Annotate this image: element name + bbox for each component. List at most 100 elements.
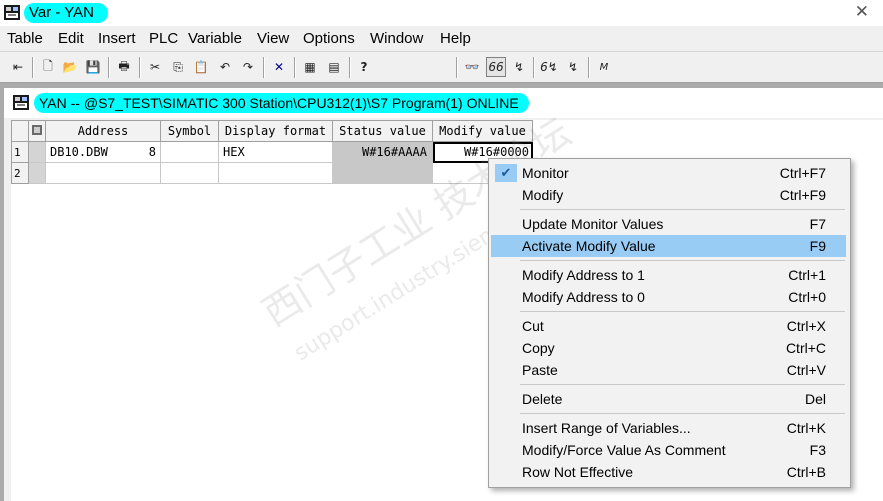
cut-icon[interactable]: ✂ [145, 57, 165, 77]
toolbar-separator [263, 57, 265, 78]
window-title: Var - YAN [24, 3, 109, 23]
monitor-trigger-icon[interactable]: 6↯ [539, 57, 559, 77]
modify-trigger-icon[interactable]: ↯ [563, 57, 583, 77]
menu-item-label: Paste [522, 362, 558, 378]
header-display-format[interactable]: Display format [218, 120, 333, 142]
menu-item-copy[interactable]: Copy Ctrl+C [491, 337, 846, 359]
symbol-cell[interactable] [160, 141, 219, 163]
row-number[interactable]: 2 [11, 162, 29, 184]
menu-separator [520, 384, 845, 385]
row-marker [28, 162, 46, 184]
menu-separator [520, 413, 845, 414]
menu-item-monitor[interactable]: ✔ Monitor Ctrl+F7 [491, 162, 846, 184]
status-value-cell: W#16#AAAA [332, 141, 433, 163]
menu-separator [520, 260, 845, 261]
menu-item-row-not-effective[interactable]: Row Not Effective Ctrl+B [491, 461, 846, 483]
display-format-cell[interactable] [218, 162, 333, 184]
menu-help[interactable]: Help [440, 30, 471, 47]
menu-item-label: Monitor [522, 165, 569, 181]
table-row[interactable]: 2 [11, 162, 533, 184]
toolbar-separator [349, 57, 351, 78]
toolbar: ⇤ 🗋 📂 💾 🖶 ✂ ⎘ 📋 ↶ ↷ ✕ ▦ ▤ ? 👓 66 ↯ 6↯ ↯ … [0, 52, 883, 83]
menu-item-shortcut: Ctrl+X [786, 318, 826, 334]
menu-item-label: Delete [522, 391, 563, 407]
menu-item-label: Modify Address to 1 [522, 267, 645, 283]
menu-window[interactable]: Window [370, 30, 423, 47]
redo-icon[interactable]: ↷ [238, 57, 258, 77]
toolbar-separator [588, 57, 590, 78]
copy-icon[interactable]: ⎘ [168, 57, 188, 77]
menu-options[interactable]: Options [303, 30, 355, 47]
menu-item-paste[interactable]: Paste Ctrl+V [491, 359, 846, 381]
menu-item-shortcut: F9 [809, 238, 826, 254]
modify-icon[interactable]: ↯ [509, 57, 529, 77]
paste-icon[interactable]: 📋 [191, 57, 211, 77]
menu-item-update-monitor-values[interactable]: Update Monitor Values F7 [491, 213, 846, 235]
header-modify-value[interactable]: Modify value [432, 120, 533, 142]
menu-edit[interactable]: Edit [58, 30, 84, 47]
monitor-icon[interactable]: 66 [486, 57, 506, 77]
help-pointer-icon[interactable]: ? [354, 57, 374, 77]
menu-item-label: Modify/Force Value As Comment [522, 442, 726, 458]
delete-icon[interactable]: ✕ [269, 57, 289, 77]
open-icon[interactable]: 📂 [60, 57, 80, 77]
status-value-cell [332, 162, 433, 184]
address-cell[interactable]: DB10.DBW 8 [45, 141, 161, 163]
app-icon [4, 5, 20, 20]
menu-insert[interactable]: Insert [98, 30, 136, 47]
toolbar-separator [294, 57, 296, 78]
address-cell[interactable] [45, 162, 161, 184]
new-icon[interactable]: 🗋 [38, 57, 58, 77]
checkmark-icon: ✔ [495, 164, 517, 182]
menu-item-shortcut: F7 [809, 216, 826, 232]
menu-item-delete[interactable]: Delete Del [491, 388, 846, 410]
accessible-nodes-icon[interactable]: ▦ [300, 57, 320, 77]
table-row[interactable]: 1 DB10.DBW 8 HEX W#16#AAAA W#16#0000 [11, 141, 533, 163]
menu-view[interactable]: View [257, 30, 289, 47]
menu-item-shortcut: Ctrl+K [786, 420, 826, 436]
menu-item-shortcut: Ctrl+F7 [779, 165, 826, 181]
header-address[interactable]: Address [45, 120, 161, 142]
glasses-icon[interactable]: 👓 [462, 57, 482, 77]
menu-item-modify-force-comment[interactable]: Modify/Force Value As Comment F3 [491, 439, 846, 461]
row-number[interactable]: 1 [11, 141, 29, 163]
menu-item-label: Copy [522, 340, 555, 356]
menu-item-shortcut: Ctrl+B [786, 464, 826, 480]
save-icon[interactable]: 💾 [83, 57, 103, 77]
menu-plc[interactable]: PLC [149, 30, 178, 47]
toolbar-separator [533, 57, 535, 78]
column-select-icon[interactable] [28, 120, 46, 142]
menu-separator [520, 209, 845, 210]
plc-icon[interactable]: ▤ [324, 57, 344, 77]
menu-item-modify[interactable]: Modify Ctrl+F9 [491, 184, 846, 206]
toolbar-separator [139, 57, 141, 78]
menu-item-activate-modify-value[interactable]: Activate Modify Value F9 [491, 235, 846, 257]
menu-item-label: Row Not Effective [522, 464, 634, 480]
display-format-cell[interactable]: HEX [218, 141, 333, 163]
menu-table[interactable]: Table [7, 30, 43, 47]
menu-variable[interactable]: Variable [188, 30, 242, 47]
address-number: 8 [148, 145, 156, 159]
menu-item-insert-range[interactable]: Insert Range of Variables... Ctrl+K [491, 417, 846, 439]
force-icon[interactable]: M [594, 57, 614, 77]
symbol-cell[interactable] [160, 162, 219, 184]
menu-item-modify-address-to-1[interactable]: Modify Address to 1 Ctrl+1 [491, 264, 846, 286]
menu-separator [520, 311, 845, 312]
pin-icon[interactable]: ⇤ [8, 57, 28, 77]
header-symbol[interactable]: Symbol [160, 120, 219, 142]
menu-bar: Table Edit Insert PLC Variable View Opti… [0, 27, 883, 52]
child-titlebar[interactable]: YAN -- @S7_TEST\SIMATIC 300 Station\CPU3… [4, 88, 883, 118]
header-status-value[interactable]: Status value [332, 120, 433, 142]
undo-icon[interactable]: ↶ [215, 57, 235, 77]
display-format-value: HEX [223, 145, 245, 159]
table-header-row: Address Symbol Display format Status val… [11, 120, 533, 142]
close-icon[interactable]: ✕ [855, 2, 869, 22]
child-window-title: YAN -- @S7_TEST\SIMATIC 300 Station\CPU3… [34, 93, 529, 113]
row-header-corner [11, 120, 29, 142]
menu-item-cut[interactable]: Cut Ctrl+X [491, 315, 846, 337]
print-icon[interactable]: 🖶 [114, 57, 134, 77]
menu-item-shortcut: F3 [809, 442, 826, 458]
menu-item-modify-address-to-0[interactable]: Modify Address to 0 Ctrl+0 [491, 286, 846, 308]
window-titlebar[interactable]: Var - YAN ✕ [0, 0, 883, 26]
menu-item-shortcut: Ctrl+0 [788, 289, 826, 305]
